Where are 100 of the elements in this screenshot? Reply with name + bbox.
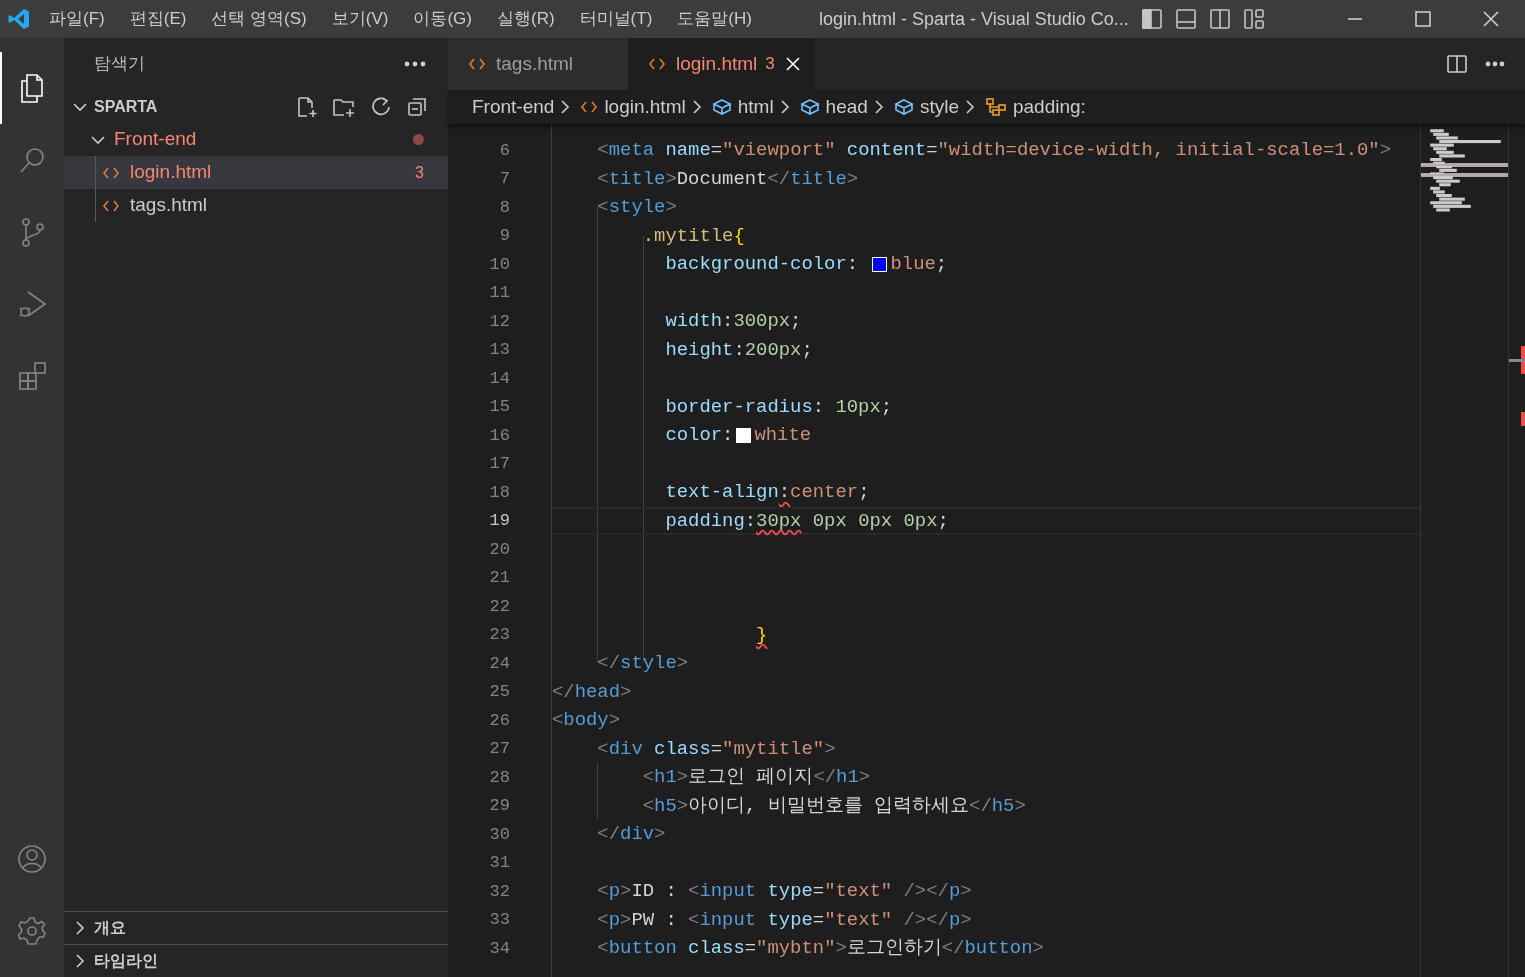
line-number: 15 (488, 396, 510, 418)
problem-count: 3 (765, 53, 775, 76)
line-number: 23 (488, 624, 510, 646)
problem-count: 3 (415, 162, 424, 183)
menu-item[interactable]: 실행(R) (497, 6, 555, 32)
code-line: border-radius: 10px; (664, 394, 893, 420)
close-icon[interactable] (784, 56, 801, 72)
code-line: <p>ID : <input type="text" /></p> (596, 879, 972, 905)
line-number: 30 (488, 823, 510, 846)
code-line: <p>PW : <input type="text" /></p> (596, 907, 972, 933)
tab-label: login.html (676, 51, 758, 76)
refresh-icon[interactable] (370, 95, 392, 118)
line-number: 27 (488, 738, 510, 760)
file-name: tags.html (130, 193, 208, 218)
breadcrumb-item[interactable]: head (825, 92, 868, 122)
cube-icon (711, 98, 732, 116)
split-editor-icon[interactable] (1447, 54, 1467, 74)
workspace-title[interactable]: SPARTA (94, 94, 158, 119)
code-line: <title>Document</title> (596, 166, 859, 192)
line-number: 32 (488, 880, 510, 903)
code-line: <h5>아이디, 비밀번호를 입력하세요</h5> (641, 793, 1026, 819)
file-item[interactable]: tags.html (64, 189, 448, 222)
code-line: } (755, 622, 768, 648)
menu-item[interactable]: 터미널(T) (579, 6, 653, 32)
line-number: 29 (488, 795, 510, 817)
settings-icon[interactable] (16, 915, 48, 947)
code-line: <div class="mytitle"> (596, 736, 836, 762)
new-file-icon[interactable] (296, 95, 318, 118)
line-number: 11 (488, 282, 510, 304)
code-line: <body> (552, 708, 621, 734)
breadcrumb-item[interactable]: style (919, 92, 959, 122)
line-number: 13 (488, 339, 510, 361)
toggle-sidebar-icon[interactable] (1140, 8, 1163, 30)
editor-tab[interactable]: login.html 3 (628, 38, 815, 90)
sidebar-title: 탐색기 (94, 53, 145, 76)
line-number: 33 (488, 909, 510, 931)
line-number: 12 (488, 310, 510, 333)
code-line: .mytitle{ (641, 223, 745, 249)
menu-item[interactable]: 선택 영역(S) (211, 6, 307, 32)
html-file-icon (468, 56, 486, 72)
line-number: 7 (498, 168, 510, 190)
code-line: width:300px; (664, 309, 802, 335)
cube-icon (893, 98, 914, 116)
menu-item[interactable]: 파일(F) (49, 6, 105, 32)
line-number: 14 (488, 367, 510, 390)
breadcrumb-item[interactable]: Front-end (472, 92, 555, 122)
account-icon[interactable] (16, 843, 48, 875)
line-number: 10 (488, 253, 510, 276)
code-line: <button class="mybtn">로그인하기</button> (596, 936, 1044, 962)
code-line: <meta name="viewport" content="width=device-width, initial-scale=1.0"> (596, 138, 1391, 164)
more-actions-icon[interactable] (1485, 61, 1505, 67)
line-number: 34 (488, 937, 510, 960)
toggle-panel-icon[interactable] (1174, 8, 1197, 30)
color-swatch[interactable] (872, 256, 888, 272)
breadcrumb-item[interactable]: login.html (604, 92, 686, 122)
line-number: 21 (488, 567, 510, 589)
html-file-icon (648, 56, 666, 72)
code-line: text-align:center; (664, 480, 870, 506)
line-number: 22 (488, 595, 510, 618)
file-name: login.html (130, 160, 212, 185)
extensions-icon[interactable] (17, 360, 49, 392)
code-line: </head> (552, 679, 632, 705)
editor-tab[interactable]: tags.html (448, 38, 628, 90)
panel-header[interactable]: 개요 (94, 916, 126, 940)
split-layout-icon[interactable] (1208, 8, 1231, 30)
color-swatch[interactable] (736, 427, 752, 443)
menu-item[interactable]: 도움말(H) (677, 6, 752, 32)
line-number: 31 (488, 852, 510, 874)
line-number: 18 (488, 481, 510, 504)
code-line: </div> (596, 822, 666, 848)
code-line: <h1>로그인 페이지</h1> (641, 765, 871, 791)
menu-item[interactable]: 보기(V) (331, 6, 389, 32)
line-number: 8 (498, 196, 510, 219)
menu-item[interactable]: 편집(E) (129, 6, 187, 32)
code-line: </style> (596, 651, 689, 677)
html-file-icon (580, 99, 599, 115)
tab-label: tags.html (496, 51, 574, 76)
line-number: 28 (488, 766, 510, 789)
code-line: color: white (664, 423, 812, 449)
code-line: <style> (596, 195, 677, 221)
panel-header[interactable]: 타임라인 (94, 949, 158, 973)
line-number: 20 (488, 538, 510, 561)
customize-layout-icon[interactable] (1242, 8, 1265, 30)
menu-item[interactable]: 이동(G) (413, 6, 472, 32)
line-number: 17 (488, 453, 510, 475)
collapse-all-icon[interactable] (406, 95, 428, 118)
breadcrumb-item[interactable]: html (737, 92, 774, 122)
window-title: login.html - Sparta - Visual Studio Co... (818, 7, 1129, 31)
code-line: background-color: blue; (664, 252, 948, 278)
code-line: padding:30px 0px 0px 0px; (664, 508, 949, 534)
run-debug-icon[interactable] (17, 288, 49, 320)
more-actions-icon[interactable] (404, 61, 426, 67)
line-number: 16 (488, 424, 510, 447)
breadcrumb-item[interactable]: padding: (1012, 92, 1086, 122)
line-number: 25 (488, 681, 510, 703)
code-line: height:200px; (664, 337, 813, 363)
line-number: 26 (488, 709, 510, 732)
folder-name[interactable]: Front-end (114, 125, 197, 154)
file-item[interactable]: login.html 3 (64, 156, 448, 189)
line-number: 6 (498, 139, 510, 162)
